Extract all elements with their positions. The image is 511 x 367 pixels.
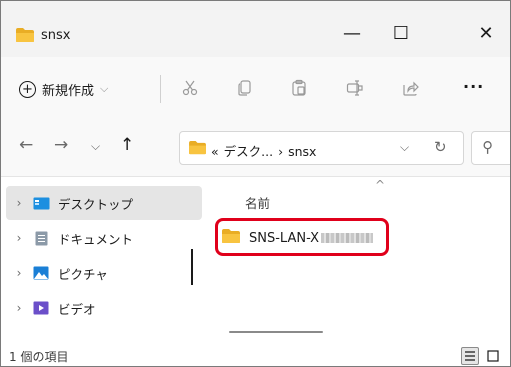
- address-bar[interactable]: « デスク... › snsx ⌵ ↻: [179, 131, 464, 165]
- share-icon[interactable]: [400, 77, 422, 99]
- chevron-right-icon[interactable]: ›: [6, 266, 32, 280]
- status-bar: 1 個の項目: [1, 346, 510, 366]
- new-button[interactable]: + 新規作成 ⌵: [19, 71, 108, 107]
- sort-ascending-icon: ^: [375, 178, 386, 192]
- minimize-button[interactable]: —: [332, 15, 372, 51]
- navigation-bar: ← → ⌵ ↑ « デスク... › snsx ⌵ ↻ ⚲: [1, 119, 510, 177]
- breadcrumb-overflow[interactable]: «: [211, 144, 219, 159]
- highlight-box: [215, 218, 389, 256]
- back-button[interactable]: ←: [19, 135, 33, 155]
- paste-icon[interactable]: [288, 77, 310, 99]
- rename-icon[interactable]: [344, 77, 366, 99]
- file-explorer-window: snsx — ☐ ✕ + 新規作成 ⌵ ··· ← → ⌵ ↑ « デスク...…: [0, 0, 511, 367]
- refresh-icon[interactable]: ↻: [434, 138, 447, 156]
- videos-icon: [32, 301, 50, 315]
- toolbar-divider: [160, 75, 161, 103]
- chevron-right-icon[interactable]: ›: [6, 196, 32, 210]
- navigation-pane: › デスクトップ › ドキュメント › ピクチャ › ビデオ: [1, 178, 207, 346]
- up-button[interactable]: ↑: [120, 135, 134, 155]
- details-view-button[interactable]: [461, 347, 479, 365]
- sidebar-item-desktop[interactable]: › デスクトップ: [6, 186, 202, 220]
- copy-icon[interactable]: [234, 77, 256, 99]
- sidebar-item-label: デスクトップ: [58, 196, 134, 212]
- maximize-button[interactable]: ☐: [381, 15, 421, 51]
- chevron-right-icon[interactable]: ›: [6, 301, 32, 315]
- forward-button[interactable]: →: [54, 135, 68, 155]
- search-input[interactable]: ⚲: [471, 131, 510, 165]
- search-icon: ⚲: [482, 138, 493, 156]
- address-dropdown-icon[interactable]: ⌵: [400, 140, 409, 155]
- sidebar-item-pictures[interactable]: › ピクチャ: [6, 256, 202, 290]
- desktop-icon: [32, 196, 50, 210]
- close-button[interactable]: ✕: [466, 15, 506, 51]
- breadcrumb: « デスク... › snsx: [211, 141, 321, 160]
- plus-icon: +: [19, 80, 36, 98]
- breadcrumb-item-desktop[interactable]: デスク...: [224, 144, 273, 159]
- new-button-label: 新規作成: [42, 83, 95, 99]
- pane-resize-handle[interactable]: [191, 249, 193, 285]
- window-title: snsx: [41, 28, 71, 43]
- breadcrumb-separator: ›: [278, 144, 284, 159]
- command-bar: + 新規作成 ⌵ ···: [1, 57, 510, 119]
- sidebar-item-documents[interactable]: › ドキュメント: [6, 221, 202, 255]
- pictures-icon: [32, 266, 50, 280]
- title-bar: snsx — ☐ ✕: [1, 1, 510, 57]
- documents-icon: [32, 231, 50, 245]
- tiles-view-button[interactable]: [484, 347, 502, 365]
- file-list: ^ 名前 SNS-LAN-X: [207, 178, 510, 346]
- more-options-button[interactable]: ···: [463, 77, 484, 96]
- item-count: 1 個の項目: [9, 350, 69, 364]
- horizontal-scrollbar[interactable]: [229, 331, 323, 333]
- sidebar-item-videos[interactable]: › ビデオ: [6, 291, 202, 325]
- sidebar-item-label: ビデオ: [58, 301, 96, 317]
- chevron-right-icon[interactable]: ›: [6, 231, 32, 245]
- breadcrumb-item-snsx[interactable]: snsx: [288, 144, 316, 159]
- sidebar-item-label: ドキュメント: [58, 231, 134, 247]
- cut-icon[interactable]: [179, 77, 201, 99]
- chevron-down-icon: ⌵: [100, 82, 109, 95]
- folder-icon: [188, 140, 207, 159]
- sidebar-item-label: ピクチャ: [58, 266, 108, 282]
- folder-icon: [15, 27, 35, 47]
- column-header-name[interactable]: 名前: [245, 193, 270, 212]
- recent-locations-button[interactable]: ⌵: [91, 139, 100, 154]
